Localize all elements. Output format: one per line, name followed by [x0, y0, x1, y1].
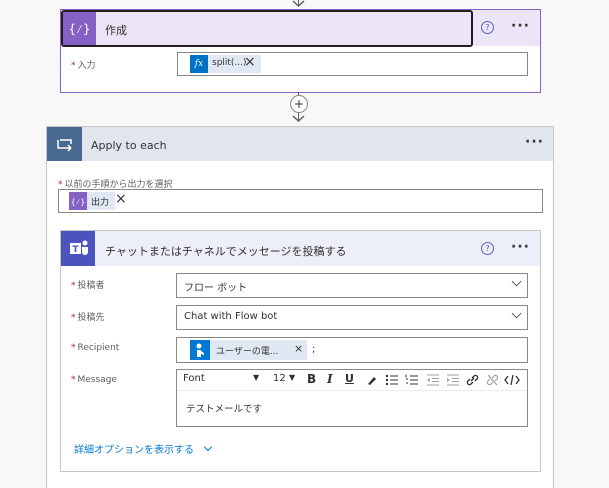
message-text[interactable]: テストメールです	[186, 401, 262, 415]
compose-icon: {⁄}	[69, 192, 87, 210]
size-value: 12	[273, 373, 286, 384]
compose-title: 作成	[105, 24, 127, 37]
output-token[interactable]: {⁄} 出力	[69, 192, 115, 210]
chevron-down-icon	[511, 308, 522, 319]
input-label: * 入力	[71, 61, 96, 71]
recipient-field[interactable]: ユーザーの電... × ;	[176, 337, 528, 363]
recipient-label: * Recipient	[71, 343, 120, 353]
highlight-icon[interactable]	[366, 374, 378, 386]
font-value: Font	[183, 373, 205, 384]
more-icon[interactable]: ···	[511, 18, 530, 34]
numbered-list-icon[interactable]	[405, 374, 419, 386]
size-select[interactable]: 12 ▼	[273, 373, 299, 384]
apply-title: Apply to each	[91, 139, 167, 152]
bold-icon[interactable]: B	[307, 372, 316, 386]
code-icon[interactable]	[504, 374, 520, 386]
outdent-icon[interactable]	[426, 374, 440, 386]
underline-icon[interactable]: U	[345, 372, 354, 385]
user-icon	[190, 340, 210, 360]
compose-card: {⁄} 作成 ? ··· * 入力 fx split(...) ×	[60, 9, 541, 93]
split-token-label: split(...)	[212, 58, 247, 68]
svg-text:{⁄}: {⁄}	[69, 22, 91, 36]
recipient-token-label: ユーザーの電...	[216, 347, 279, 357]
unlink-icon[interactable]	[486, 374, 499, 386]
post-in-label: * 投稿先	[71, 313, 105, 323]
select-output-field[interactable]: {⁄} 出力 ×	[58, 189, 543, 213]
advanced-options-label: 詳細オプションを表示する	[74, 445, 194, 456]
chevron-down-icon: ▼	[289, 373, 296, 382]
output-token-label: 出力	[91, 198, 110, 208]
post-in-value: Chat with Flow bot	[184, 311, 278, 322]
connector-arrow-icon	[292, 0, 305, 8]
apply-to-each-card: Apply to each ··· * 以前の手順から出力を選択 {⁄} 出力 ×…	[46, 126, 554, 488]
recipient-separator: ;	[312, 344, 316, 355]
bullet-list-icon[interactable]	[385, 374, 399, 386]
message-editor[interactable]: Font ▼ 12 ▼ B I U テストメールです	[176, 369, 528, 427]
loop-icon	[47, 127, 82, 161]
help-icon[interactable]: ?	[481, 21, 494, 34]
input-field[interactable]: fx split(...) ×	[177, 52, 528, 76]
compose-header[interactable]: {⁄} 作成 ? ···	[61, 10, 540, 47]
advanced-options-link[interactable]: 詳細オプションを表示する	[74, 441, 213, 456]
compose-icon: {⁄}	[63, 12, 96, 45]
link-icon[interactable]	[466, 374, 479, 386]
chevron-down-icon: ▼	[253, 373, 260, 382]
poster-value: フロー ボット	[184, 283, 248, 294]
indent-icon[interactable]	[446, 374, 460, 386]
teams-header[interactable]: T チャットまたはチャネルでメッセージを投稿する ? ···	[61, 231, 540, 266]
teams-card: T チャットまたはチャネルでメッセージを投稿する ? ··· * 投稿者 フロー …	[60, 230, 541, 472]
fx-icon: fx	[190, 55, 208, 73]
italic-icon[interactable]: I	[327, 372, 333, 386]
post-in-select[interactable]: Chat with Flow bot	[176, 305, 528, 330]
poster-label: * 投稿者	[71, 281, 105, 291]
remove-icon[interactable]: ×	[294, 342, 303, 355]
teams-icon: T	[61, 231, 95, 266]
editor-toolbar: Font ▼ 12 ▼ B I U	[177, 370, 527, 391]
apply-header[interactable]: Apply to each ···	[47, 127, 553, 161]
add-step-icon[interactable]: +	[290, 95, 308, 113]
font-select[interactable]: Font ▼	[183, 373, 263, 384]
chevron-down-icon	[203, 442, 213, 452]
recipient-token[interactable]: ユーザーの電... ×	[190, 340, 307, 360]
svg-text:T: T	[72, 245, 79, 255]
more-icon[interactable]: ···	[511, 239, 530, 255]
poster-select[interactable]: フロー ボット	[176, 273, 528, 298]
remove-icon[interactable]: ×	[115, 191, 127, 207]
connector-arrow-icon	[292, 115, 305, 123]
remove-icon[interactable]: ×	[244, 54, 256, 70]
more-icon[interactable]: ···	[525, 134, 544, 150]
message-label: * Message	[71, 375, 117, 385]
teams-title: チャットまたはチャネルでメッセージを投稿する	[105, 245, 347, 258]
chevron-down-icon	[511, 276, 522, 287]
svg-text:{⁄}: {⁄}	[71, 198, 85, 207]
help-icon[interactable]: ?	[481, 242, 494, 255]
